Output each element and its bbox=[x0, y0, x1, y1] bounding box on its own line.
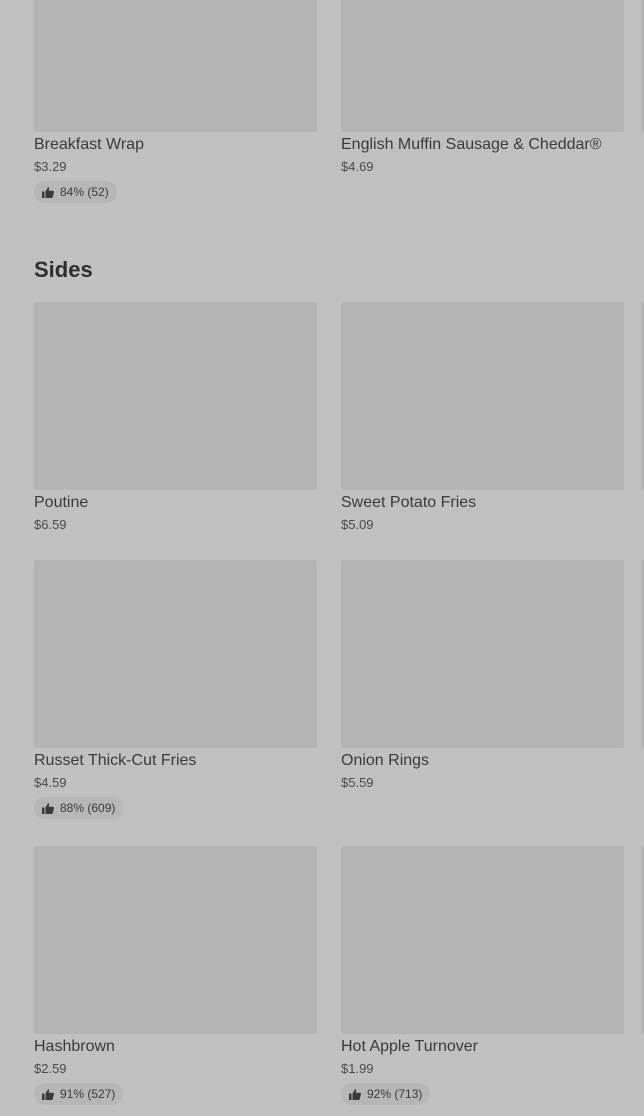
rating-badge: 91% (527) bbox=[34, 1083, 124, 1105]
item-image bbox=[341, 560, 624, 748]
item-image bbox=[341, 846, 624, 1034]
rating-badge: 88% (609) bbox=[34, 797, 124, 819]
item-name: Hot Apple Turnover bbox=[341, 1038, 478, 1055]
thumbs-up-icon bbox=[349, 1088, 361, 1100]
item-name: Russet Thick-Cut Fries bbox=[34, 752, 197, 769]
item-price: $5.59 bbox=[341, 775, 374, 790]
menu-item-hot-apple-turnover[interactable]: Hot Apple Turnover $1.99 92% (713) bbox=[341, 846, 624, 1105]
rating-text: 92% (713) bbox=[367, 1087, 423, 1101]
item-price: $6.59 bbox=[34, 517, 67, 532]
rating-text: 91% (527) bbox=[60, 1087, 116, 1101]
menu-item-poutine[interactable]: Poutine $6.59 bbox=[34, 302, 317, 534]
item-name: Breakfast Wrap bbox=[34, 136, 144, 153]
item-name: Sweet Potato Fries bbox=[341, 494, 477, 511]
item-price: $4.59 bbox=[34, 775, 67, 790]
rating-text: 88% (609) bbox=[60, 801, 116, 815]
item-name: English Muffin Sausage & Cheddar® bbox=[341, 136, 602, 153]
item-name: Onion Rings bbox=[341, 752, 430, 769]
thumbs-up-icon bbox=[42, 186, 54, 198]
item-price: $1.99 bbox=[341, 1061, 374, 1076]
menu-page: Breakfast Wrap $3.29 84% (52) English Mu… bbox=[0, 0, 644, 1116]
thumbs-up-icon bbox=[42, 802, 54, 814]
menu-item-english-muffin[interactable]: English Muffin Sausage & Cheddar® $4.69 bbox=[341, 0, 624, 176]
item-name: Poutine bbox=[34, 494, 89, 511]
item-price: $2.59 bbox=[34, 1061, 67, 1076]
item-price: $5.09 bbox=[341, 517, 374, 532]
section-title-sides: Sides bbox=[34, 257, 93, 282]
rating-text: 84% (52) bbox=[60, 185, 109, 199]
thumbs-up-icon bbox=[42, 1088, 54, 1100]
menu-item-onion-rings[interactable]: Onion Rings $5.59 bbox=[341, 560, 624, 792]
item-image bbox=[34, 560, 317, 748]
item-image bbox=[34, 0, 317, 132]
item-image bbox=[341, 302, 624, 490]
item-price: $4.69 bbox=[341, 159, 374, 174]
menu-item-breakfast-wrap[interactable]: Breakfast Wrap $3.29 84% (52) bbox=[34, 0, 317, 203]
menu-item-sweet-potato-fries[interactable]: Sweet Potato Fries $5.09 bbox=[341, 302, 624, 534]
item-image bbox=[34, 302, 317, 490]
item-image bbox=[34, 846, 317, 1034]
rating-badge: 84% (52) bbox=[34, 181, 117, 203]
item-image bbox=[341, 0, 624, 132]
rating-badge: 92% (713) bbox=[341, 1083, 431, 1105]
item-price: $3.29 bbox=[34, 159, 67, 174]
menu-item-hashbrown[interactable]: Hashbrown $2.59 91% (527) bbox=[34, 846, 317, 1105]
menu-item-russet-fries[interactable]: Russet Thick-Cut Fries $4.59 88% (609) bbox=[34, 560, 317, 819]
item-name: Hashbrown bbox=[34, 1038, 115, 1055]
